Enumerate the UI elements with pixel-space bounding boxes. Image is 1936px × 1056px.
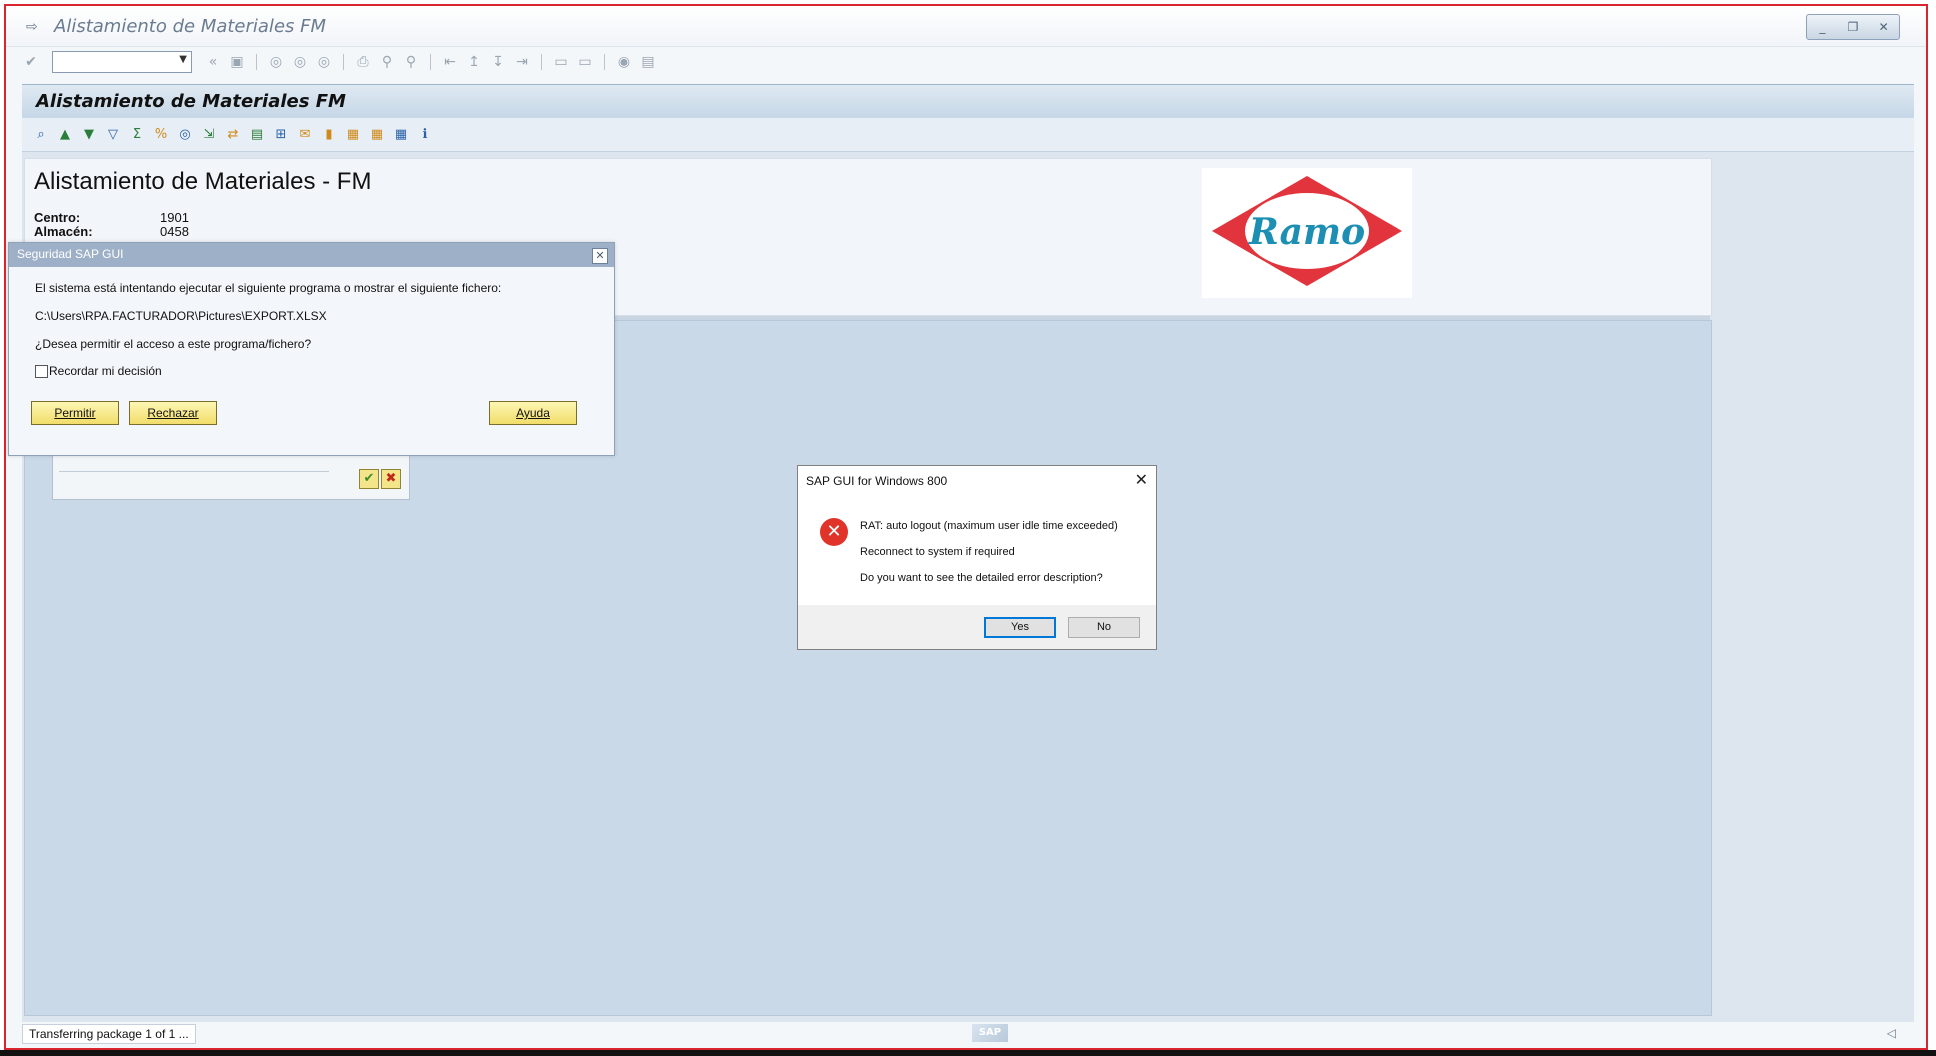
layout-save-icon[interactable]: ▦ [392,126,410,144]
error-dialog: SAP GUI for Windows 800 ✕ ✕ RAT: auto lo… [797,465,1157,650]
centro-value: 1901 [160,210,189,225]
report-title: Alistamiento de Materiales - FM [34,168,372,195]
filter-icon[interactable]: ▽ [104,126,122,144]
remember-checkbox[interactable] [35,365,48,378]
sort-descending-icon[interactable]: ▼ [80,126,98,144]
company-logo: Ramo [1202,168,1412,298]
security-message: El sistema está intentando ejecutar el s… [35,281,502,295]
separator [256,54,257,70]
export-icon[interactable]: ⇲ [200,126,218,144]
help-icon[interactable]: ◉ [615,53,633,71]
graphic-icon[interactable]: ▮ [320,126,338,144]
system-toolbar: ✔ ▼ « ▣ ◎ ◎ ◎ ⎙ ⚲ ⚲ ⇤ ↥ ↧ ⇥ ▭ ▭ ◉ ▤ [22,48,1922,76]
subtotal-icon[interactable]: % [152,126,170,144]
find-next-icon[interactable]: ⚲ [402,53,420,71]
title-bar: ⇨ Alistamiento de Materiales FM _ ❐ ✕ [6,6,1926,47]
centro-label: Centro: [34,210,81,225]
enter-icon[interactable]: ✔ [22,53,40,71]
confirm-icon[interactable]: ✔ [359,469,379,489]
close-icon[interactable]: ✕ [1874,20,1894,34]
security-dialog: Seguridad SAP GUI ✕ El sistema está inte… [8,242,615,456]
status-text: Transferring package 1 of 1 [29,1027,176,1041]
command-field[interactable]: ▼ [52,51,192,73]
security-question: ¿Desea permitir el acceso a este program… [35,337,312,351]
local-file-icon[interactable]: ⊞ [272,126,290,144]
last-page-icon[interactable]: ⇥ [513,53,531,71]
almacen-value: 0458 [160,224,189,239]
back-icon[interactable]: ◎ [267,53,285,71]
print-preview-icon[interactable]: ◎ [176,126,194,144]
error-icon: ✕ [820,518,848,546]
chevron-down-icon[interactable]: ▼ [179,54,187,65]
separator [541,54,542,70]
app-title: Alistamiento de Materiales FM [36,91,346,112]
security-path: C:\Users\RPA.FACTURADOR\Pictures\EXPORT.… [35,309,327,323]
close-icon[interactable]: ✕ [1135,470,1148,489]
layout-icon[interactable]: ▤ [639,53,657,71]
close-icon[interactable]: ✕ [592,248,608,264]
taskbar [0,1050,1936,1056]
reject-button[interactable]: Rechazar [129,401,217,425]
app-header: Alistamiento de Materiales FM [22,84,1914,119]
error-line-2: Reconnect to system if required [860,546,1015,558]
sort-ascending-icon[interactable]: ▲ [56,126,74,144]
window-controls: _ ❐ ✕ [1806,14,1900,40]
separator [430,54,431,70]
error-dialog-title: SAP GUI for Windows 800 [806,474,948,488]
sum-icon[interactable]: Σ [128,126,146,144]
logo-text: Ramo [1248,211,1365,253]
word-icon[interactable]: ▤ [248,126,266,144]
cancel-x-icon[interactable]: ✖ [381,469,401,489]
status-more[interactable]: ... [179,1027,189,1041]
error-line-1: RAT: auto logout (maximum user idle time… [860,520,1118,532]
allow-button[interactable]: Permitir [31,401,119,425]
error-dialog-footer: Yes No [798,605,1156,649]
print-icon[interactable]: ⎙ [354,53,372,71]
new-session-icon[interactable]: ▭ [552,53,570,71]
mail-icon[interactable]: ✉ [296,126,314,144]
minimize-icon[interactable]: _ [1812,20,1832,34]
restore-icon[interactable]: ❐ [1843,20,1863,34]
status-message[interactable]: Transferring package 1 of 1 ... [22,1024,196,1044]
layout-select-icon[interactable]: ▦ [368,126,386,144]
window-title: Alistamiento de Materiales FM [54,16,326,37]
save-icon[interactable]: ▣ [228,53,246,71]
yes-button[interactable]: Yes [984,617,1056,638]
error-line-3: Do you want to see the detailed error de… [860,572,1103,584]
sap-logo: SAP [972,1024,1008,1042]
security-dialog-titlebar: Seguridad SAP GUI ✕ [9,243,614,267]
security-dialog-title: Seguridad SAP GUI [17,247,124,261]
alv-toolbar: ⌕ ▲ ▼ ▽ Σ % ◎ ⇲ ⇄ ▤ ⊞ ✉ ▮ ▦ ▦ ▦ ℹ [22,118,1914,152]
collapse-icon[interactable]: « [204,53,222,71]
details-icon[interactable]: ⌕ [32,126,50,144]
find-icon[interactable]: ⚲ [378,53,396,71]
next-page-icon[interactable]: ↧ [489,53,507,71]
exit-icon[interactable]: ◎ [291,53,309,71]
layout-change-icon[interactable]: ▦ [344,126,362,144]
separator [343,54,344,70]
spreadsheet-icon[interactable]: ⇄ [224,126,242,144]
no-button[interactable]: No [1068,617,1140,638]
previous-page-icon[interactable]: ↥ [465,53,483,71]
help-button[interactable]: Ayuda [489,401,577,425]
triangle-left-icon[interactable]: ◁ [1887,1026,1896,1040]
shortcut-icon[interactable]: ▭ [576,53,594,71]
separator [604,54,605,70]
status-bar: Transferring package 1 of 1 ... SAP ◁ [22,1022,1914,1046]
menu-icon[interactable]: ⇨ [26,20,42,34]
first-page-icon[interactable]: ⇤ [441,53,459,71]
cancel-icon[interactable]: ◎ [315,53,333,71]
info-icon[interactable]: ℹ [416,126,434,144]
almacen-label: Almacén: [34,224,93,239]
remember-label[interactable]: Recordar mi decisión [49,364,162,378]
